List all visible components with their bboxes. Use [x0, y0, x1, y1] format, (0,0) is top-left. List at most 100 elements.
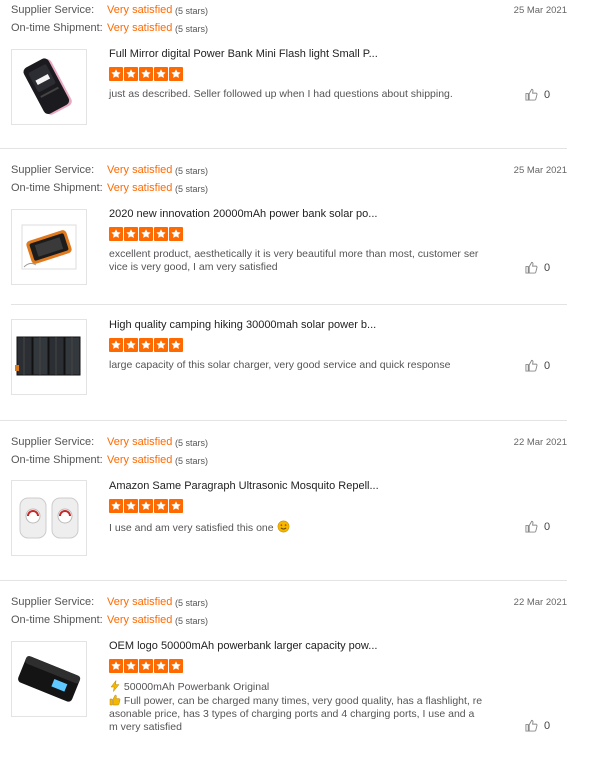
product-title[interactable]: 2020 new innovation 20000mAh power bank …	[109, 208, 377, 220]
star-icon	[169, 659, 183, 673]
supplier-service-stars: (5 stars)	[175, 598, 209, 608]
product-thumbnail[interactable]	[11, 49, 87, 125]
supplier-service-label: Supplier Service:	[11, 436, 95, 448]
like-button[interactable]: 0	[525, 359, 550, 372]
ontime-shipment-value: Very satisfied	[107, 614, 173, 626]
review-date: 25 Mar 2021	[513, 165, 567, 176]
review-text: large capacity of this solar charger, ve…	[109, 359, 451, 371]
star-icon	[169, 338, 183, 352]
star-icon	[154, 338, 168, 352]
star-icon	[124, 227, 138, 241]
like-button[interactable]: 0	[525, 719, 550, 732]
thumbs-up-icon	[525, 261, 538, 274]
ontime-shipment-label: On-time Shipment:	[11, 182, 103, 194]
star-icon	[139, 659, 153, 673]
star-icon	[109, 67, 123, 81]
supplier-service-value: Very satisfied	[107, 4, 173, 16]
star-icon	[124, 67, 138, 81]
star-icon	[154, 659, 168, 673]
thumbs-up-icon	[525, 719, 538, 732]
product-title[interactable]: High quality camping hiking 30000mah sol…	[109, 319, 376, 331]
star-icon	[154, 67, 168, 81]
supplier-service-label: Supplier Service:	[11, 164, 95, 176]
product-thumbnail[interactable]	[11, 319, 87, 395]
like-button[interactable]: 0	[525, 88, 550, 101]
star-icon	[109, 338, 123, 352]
folding-solar-panel-image	[15, 336, 81, 376]
star-icon	[124, 499, 138, 513]
review-text: just as described. Seller followed up wh…	[109, 88, 453, 100]
star-icon	[109, 227, 123, 241]
power-bank-mirror-image	[23, 58, 72, 115]
solar-power-bank-image	[21, 224, 77, 270]
star-icon	[139, 67, 153, 81]
ontime-shipment-label: On-time Shipment:	[11, 454, 103, 466]
star-icon	[154, 227, 168, 241]
star-icon	[109, 659, 123, 673]
review-date: 22 Mar 2021	[513, 437, 567, 448]
ontime-shipment-stars: (5 stars)	[175, 24, 209, 34]
rating-stars	[109, 227, 183, 241]
supplier-service-label: Supplier Service:	[11, 4, 95, 16]
product-thumbnail[interactable]	[11, 209, 87, 285]
supplier-service-stars: (5 stars)	[175, 6, 209, 16]
thumbs-up-icon	[525, 88, 538, 101]
star-icon	[154, 499, 168, 513]
star-icon	[124, 338, 138, 352]
product-title[interactable]: Full Mirror digital Power Bank Mini Flas…	[109, 48, 378, 60]
supplier-service-label: Supplier Service:	[11, 596, 95, 608]
supplier-service-value: Very satisfied	[107, 436, 173, 448]
ontime-shipment-value: Very satisfied	[107, 182, 173, 194]
star-icon	[169, 499, 183, 513]
product-title[interactable]: OEM logo 50000mAh powerbank larger capac…	[109, 640, 377, 652]
star-icon	[124, 659, 138, 673]
ontime-shipment-stars: (5 stars)	[175, 616, 209, 626]
product-thumbnail[interactable]	[11, 641, 87, 717]
star-icon	[169, 67, 183, 81]
product-divider	[11, 304, 567, 305]
reviews-list: Supplier Service: Very satisfied (5 star…	[0, 0, 599, 768]
review-date: 22 Mar 2021	[513, 597, 567, 608]
star-icon	[169, 227, 183, 241]
review-date: 25 Mar 2021	[513, 5, 567, 16]
supplier-service-value: Very satisfied	[107, 596, 173, 608]
product-thumbnail[interactable]	[11, 480, 87, 556]
like-button[interactable]: 0	[525, 261, 550, 274]
black-powerbank-image	[18, 656, 81, 702]
ontime-shipment-stars: (5 stars)	[175, 184, 209, 194]
review-body: Full power, can be charged many times, v…	[109, 694, 483, 734]
ontime-shipment-label: On-time Shipment:	[11, 22, 103, 34]
like-count: 0	[544, 719, 551, 732]
star-icon	[109, 499, 123, 513]
thumbs-up-emoji-icon	[109, 694, 121, 706]
review-line-1: 50000mAh Powerbank Original	[109, 679, 483, 694]
divider	[0, 148, 567, 149]
review-text: I use and am very satisfied this one	[109, 520, 483, 535]
like-count: 0	[544, 261, 551, 274]
review-text-content: I use and am very satisfied this one	[109, 522, 274, 534]
smiling-face-hearts-emoji-icon	[277, 520, 289, 533]
like-count: 0	[544, 520, 551, 533]
rating-stars	[109, 499, 183, 513]
supplier-service-stars: (5 stars)	[175, 438, 209, 448]
ontime-shipment-stars: (5 stars)	[175, 456, 209, 466]
rating-stars	[109, 659, 183, 673]
mosquito-repeller-image	[19, 497, 79, 539]
ontime-shipment-value: Very satisfied	[107, 454, 173, 466]
product-title[interactable]: Amazon Same Paragraph Ultrasonic Mosquit…	[109, 480, 379, 492]
like-button[interactable]: 0	[525, 520, 550, 533]
review-body-text: Full power, can be charged many times, v…	[109, 695, 483, 733]
ontime-shipment-value: Very satisfied	[107, 22, 173, 34]
star-icon	[139, 227, 153, 241]
thumbs-up-icon	[525, 520, 538, 533]
like-count: 0	[544, 359, 551, 372]
star-icon	[139, 499, 153, 513]
review-line-1-text: 50000mAh Powerbank Original	[123, 681, 270, 693]
ontime-shipment-label: On-time Shipment:	[11, 614, 103, 626]
rating-stars	[109, 67, 183, 81]
lightning-emoji-icon	[110, 679, 120, 693]
review-text: excellent product, aesthetically it is v…	[109, 248, 479, 273]
thumbs-up-icon	[525, 359, 538, 372]
star-icon	[139, 338, 153, 352]
rating-stars	[109, 338, 183, 352]
